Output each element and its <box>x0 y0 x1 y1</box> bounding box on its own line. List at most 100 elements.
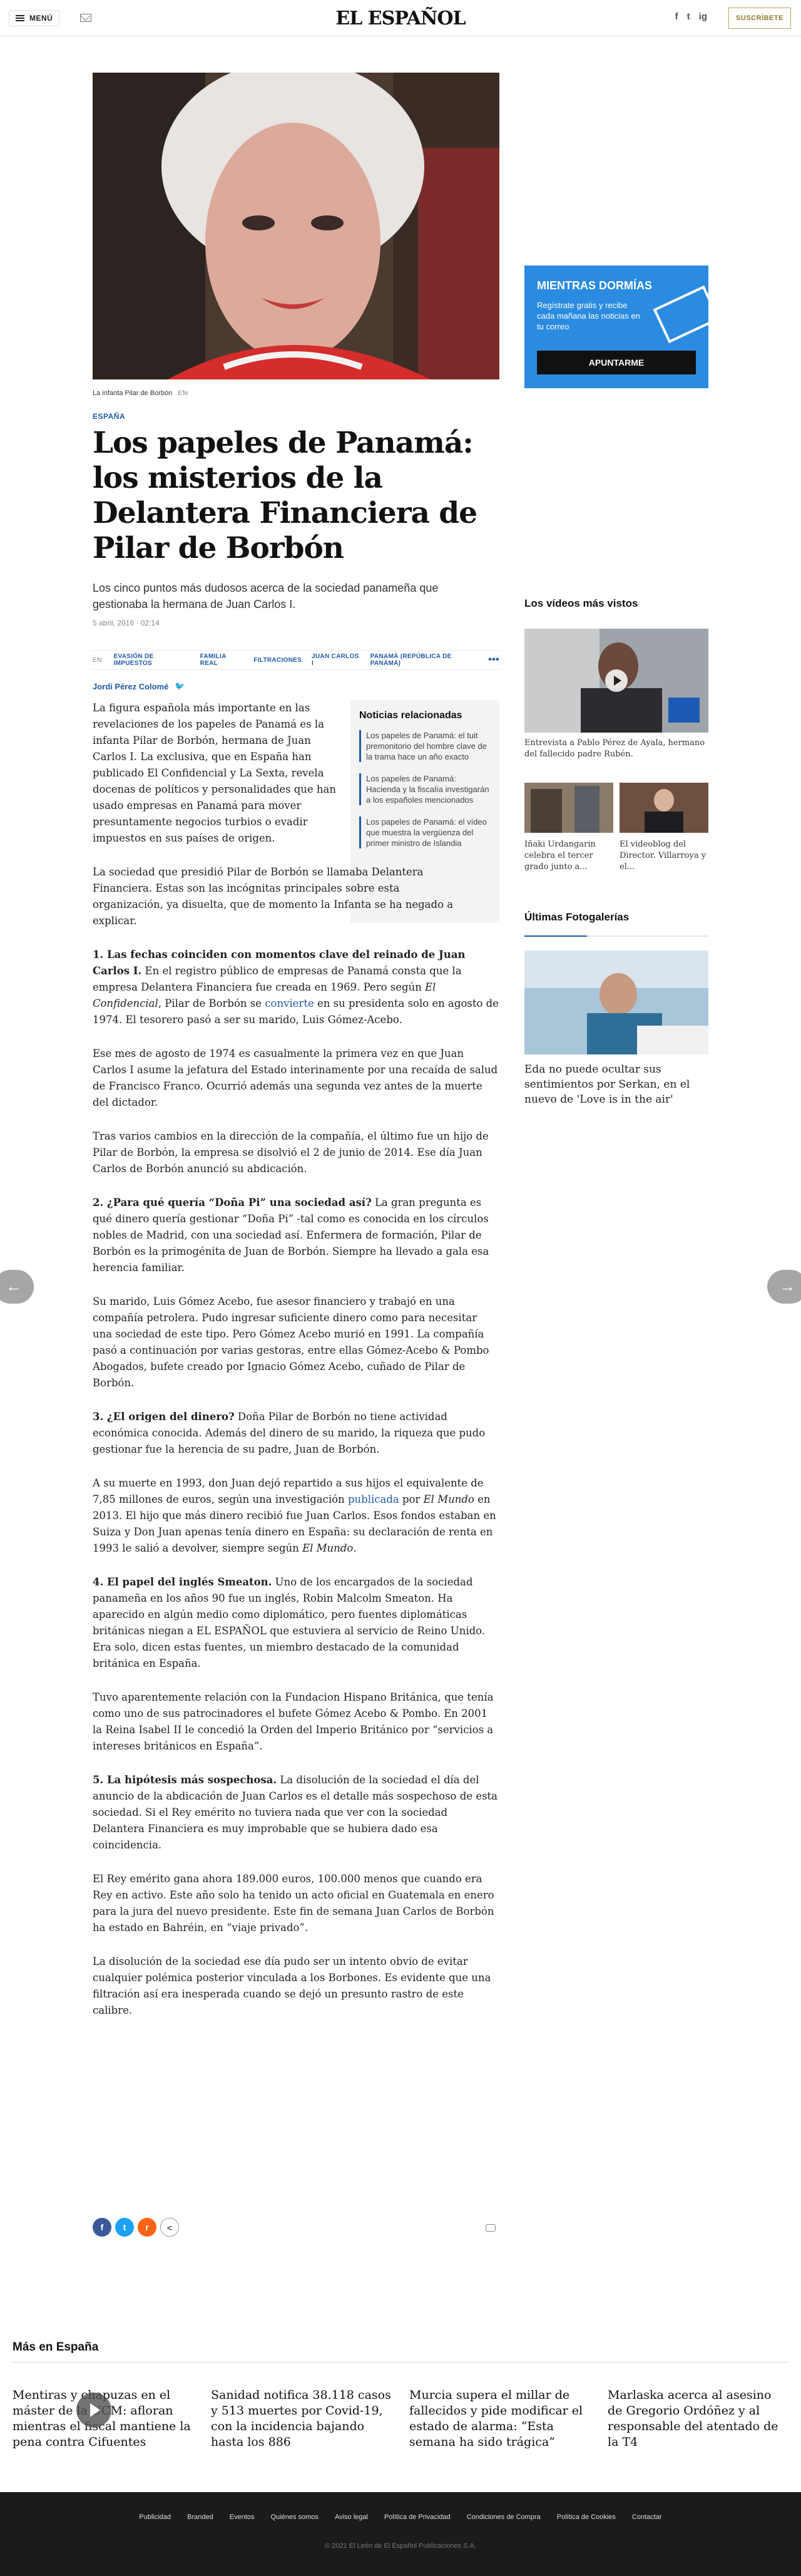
video-caption[interactable]: Entrevista a Pablo Pérez de Ayala, herma… <box>524 738 708 760</box>
text: Uno de los encargados de la sociedad pan… <box>93 1576 486 1669</box>
tag-link[interactable]: FILTRACIONES <box>253 657 302 664</box>
article-headline: Los papeles de Panamá: los misterios de … <box>93 426 477 565</box>
next-article-arrow-icon[interactable]: → <box>767 1270 801 1304</box>
subheading: 4. El papel del inglés Smeaton. <box>93 1576 272 1588</box>
paragraph: Tuvo aparentemente relación con la Funda… <box>93 1691 494 1752</box>
article-date: 5 abril, 2016 · 02:14 <box>93 619 160 627</box>
tag-link[interactable]: FAMILIA REAL <box>200 653 244 667</box>
gallery-thumbnail[interactable] <box>524 951 708 1054</box>
newsletter-box: MIENTRAS DORMÍAS Regístrate gratis y rec… <box>524 265 708 388</box>
more-item[interactable]: Marlaska acerca al asesino de Gregorio O… <box>608 2388 788 2450</box>
video-thumbnail-small[interactable] <box>620 783 708 833</box>
newsletter-signup-button[interactable]: APUNTARME <box>537 351 696 374</box>
video-caption[interactable]: Iñaki Urdangarin celebra el tercer grado… <box>524 839 613 873</box>
gallery-image <box>524 951 708 1054</box>
footer-link[interactable]: Política de Privacidad <box>384 2513 451 2521</box>
paragraph: La disolución de la sociedad ese día pud… <box>93 1955 491 2016</box>
reddit-share-icon[interactable]: r <box>138 2218 156 2237</box>
video-caption[interactable]: El videoblog del Director. Villarroya y … <box>620 839 708 873</box>
text: . <box>353 1542 357 1554</box>
footer-link[interactable]: Política de Cookies <box>557 2513 616 2521</box>
facebook-icon[interactable]: f <box>675 11 678 22</box>
copyright: © 2021 El León de El Español Publicacion… <box>325 2542 476 2550</box>
footer-link[interactable]: Quiénes somos <box>271 2513 319 2521</box>
inline-link[interactable]: publicada <box>348 1493 399 1505</box>
twitter-share-icon[interactable]: t <box>115 2218 134 2237</box>
comments-icon[interactable] <box>486 2224 496 2232</box>
caption-credit: Efe <box>178 389 188 397</box>
tag-link[interactable]: EVASIÓN DE IMPUESTOS <box>114 653 190 667</box>
tags-bar: EN: EVASIÓN DE IMPUESTOS FAMILIA REAL FI… <box>93 650 499 670</box>
more-item[interactable]: Murcia supera el millar de fallecidos y … <box>409 2388 590 2450</box>
tag-link[interactable]: PANAMÁ (REPÚBLICA DE PANAMÁ) <box>370 653 479 667</box>
paragraph: 5. La hipótesis más sospechosa. La disol… <box>93 1772 499 1853</box>
newsletter-text: Regístrate gratis y recibe cada mañana l… <box>537 301 640 331</box>
previous-article-arrow-icon[interactable]: ← <box>0 1270 34 1304</box>
footer-link[interactable]: Branded <box>187 2513 213 2521</box>
tags-prefix: EN: <box>93 656 104 664</box>
image-caption: La infanta Pilar de Borbón Efe <box>93 389 188 397</box>
text: por <box>399 1493 424 1505</box>
inline-link[interactable]: convierte <box>265 997 314 1009</box>
gallery-divider <box>524 935 708 937</box>
newsletter-title: MIENTRAS DORMÍAS <box>537 279 652 292</box>
more-section-title: Más en España <box>13 2341 788 2362</box>
caption-text: La infanta Pilar de Borbón <box>93 389 173 397</box>
footer: Publicidad Branded Eventos Quiénes somos… <box>0 2492 801 2576</box>
paragraph: 2. ¿Para qué quería “Doña Pi” una socied… <box>93 1195 499 1276</box>
play-icon <box>605 669 628 692</box>
paragraph: 1. Las fechas coinciden con momentos cla… <box>93 947 499 1028</box>
video-thumbnail[interactable] <box>524 629 708 733</box>
gallery-caption[interactable]: Eda no puede ocultar sus sentimientos po… <box>524 1062 708 1107</box>
paragraph: Ese mes de agosto de 1974 es casualmente… <box>93 1048 498 1108</box>
envelope-icon <box>653 285 708 344</box>
text: El Mundo <box>302 1542 354 1554</box>
instagram-icon[interactable]: ig <box>699 11 707 22</box>
more-section: Más en España Mentiras y chapuzas en el … <box>13 2341 788 2450</box>
video-thumbnail-small[interactable] <box>524 783 613 833</box>
tag-link[interactable]: JUAN CARLOS I <box>312 653 360 667</box>
videos-title: Los vídeos más vistos <box>524 597 638 609</box>
author-name[interactable]: Jordi Pérez Colomé <box>93 682 168 691</box>
more-tags-button[interactable]: ••• <box>488 654 499 666</box>
paragraph: 3. ¿El origen del dinero? Doña Pilar de … <box>93 1409 499 1458</box>
video-image <box>620 783 708 833</box>
footer-link[interactable]: Eventos <box>230 2513 255 2521</box>
play-icon[interactable] <box>76 2393 111 2428</box>
paragraph: La figura española más importante en las… <box>93 702 337 844</box>
facebook-share-icon[interactable]: f <box>93 2218 111 2237</box>
twitter-icon[interactable]: 🐦 <box>175 681 185 691</box>
gallery-title: Últimas Fotogalerías <box>524 911 630 923</box>
top-bar: MENÚ EL ESPAÑOL f t ig SUSCRÍBETE <box>0 0 801 36</box>
footer-link[interactable]: Publicidad <box>139 2513 171 2521</box>
article-body: La figura española más importante en las… <box>93 700 499 2036</box>
author-byline: Jordi Pérez Colomé 🐦 <box>93 681 185 691</box>
more-list: Mentiras y chapuzas en el máster de la U… <box>13 2388 788 2450</box>
subheading: 2. ¿Para qué quería “Doña Pi” una socied… <box>93 1197 372 1208</box>
text: El Mundo <box>423 1493 474 1505</box>
paragraph: La sociedad que presidió Pilar de Borbón… <box>93 866 454 927</box>
paragraph: Tras varios cambios en la dirección de l… <box>93 1130 489 1175</box>
subheading: 3. ¿El origen del dinero? <box>93 1411 235 1423</box>
share-icon[interactable]: < <box>160 2218 179 2237</box>
text: , Pilar de Borbón se <box>158 997 265 1009</box>
share-buttons: f t r < <box>93 2218 179 2237</box>
footer-link[interactable]: Aviso legal <box>335 2513 368 2521</box>
text: En el registro público de empresas de Pa… <box>93 965 462 993</box>
subheading: 5. La hipótesis más sospechosa. <box>93 1774 277 1786</box>
footer-links: Publicidad Branded Eventos Quiénes somos… <box>0 2513 801 2521</box>
article-subhead: Los cinco puntos más dudosos acerca de l… <box>93 582 439 611</box>
twitter-icon[interactable]: t <box>687 11 690 22</box>
hero-image <box>93 73 499 379</box>
subscribe-button[interactable]: SUSCRÍBETE <box>728 8 791 29</box>
social-links: f t ig <box>675 11 707 22</box>
hero-photo <box>93 73 499 379</box>
paragraph: 4. El papel del inglés Smeaton. Uno de l… <box>93 1574 499 1672</box>
paragraph: El Rey emérito gana ahora 189.000 euros,… <box>93 1873 494 1934</box>
paragraph: A su muerte en 1993, don Juan dejó repar… <box>93 1475 499 1557</box>
footer-link[interactable]: Condiciones de Compra <box>467 2513 541 2521</box>
footer-link[interactable]: Contactar <box>632 2513 662 2521</box>
paragraph: Su marido, Luis Gómez Acebo, fue asesor … <box>93 1296 489 1389</box>
section-label[interactable]: ESPAÑA <box>93 412 125 421</box>
more-item[interactable]: Sanidad notifica 38.118 casos y 513 muer… <box>211 2388 392 2450</box>
